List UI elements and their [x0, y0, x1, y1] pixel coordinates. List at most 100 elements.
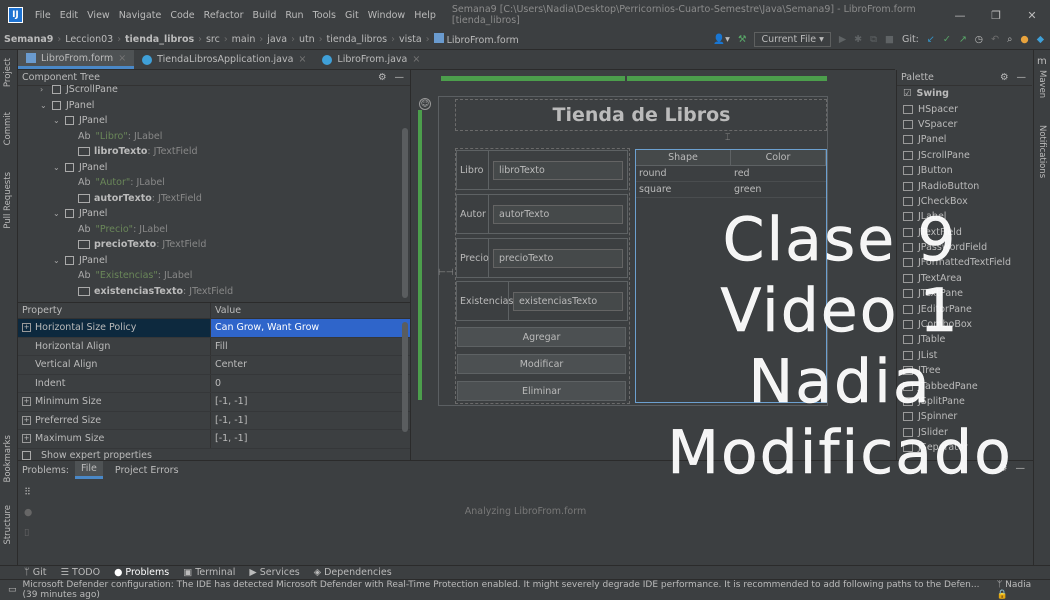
tree-row[interactable]: Ab "Autor": JLabel	[18, 175, 410, 191]
tree-row[interactable]: ⌄ JPanel	[18, 206, 410, 222]
build-hammer-icon[interactable]: ⚒	[738, 34, 747, 45]
tree-row[interactable]: Ab "Libro": JLabel	[18, 129, 410, 145]
tab-project-errors[interactable]: Project Errors	[109, 461, 185, 479]
tool-dependencies[interactable]: ◈ Dependencies	[314, 567, 392, 578]
group-icon[interactable]: ⠿	[24, 487, 31, 498]
plugin-icon[interactable]: ◆	[1037, 34, 1044, 45]
form-title-label[interactable]: Tienda de Libros	[455, 100, 828, 130]
property-row[interactable]: + Maximum Size [-1, -1]	[18, 430, 410, 449]
tree-row[interactable]: ⌄ JPanel	[18, 98, 410, 114]
notifications-tool-button[interactable]: Notifications	[1037, 125, 1047, 178]
property-value[interactable]: Can Grow, Want Grow	[210, 319, 410, 337]
tool-terminal[interactable]: ▣ Terminal	[183, 567, 235, 578]
maximize-button[interactable]: ❐	[978, 9, 1014, 22]
tree-row[interactable]: Ab "Precio": JLabel	[18, 222, 410, 238]
tree-row[interactable]: ⌄ JPanel	[18, 160, 410, 176]
git-update-icon[interactable]: ↙	[927, 34, 935, 45]
field-panel[interactable]: Existencias existenciasTexto	[456, 281, 628, 321]
property-row[interactable]: + Horizontal Size Policy Can Grow, Want Gr…	[18, 319, 410, 338]
form-preview-icon[interactable]: ☺	[419, 98, 431, 110]
menu-code[interactable]: Code	[170, 10, 194, 21]
field-label[interactable]: Libro	[457, 151, 489, 189]
crumb-src[interactable]: src	[202, 34, 224, 45]
maven-icon[interactable]: m	[1037, 56, 1047, 67]
status-message[interactable]: Microsoft Defender configuration: The ID…	[23, 580, 991, 600]
git-commit-icon[interactable]: ✓	[943, 34, 951, 45]
expand-icon[interactable]: +	[22, 415, 31, 425]
menu-edit[interactable]: Edit	[60, 10, 78, 21]
crumb-package[interactable]: tienda_libros	[323, 34, 392, 45]
property-row[interactable]: + Preferred Size [-1, -1]	[18, 411, 410, 430]
expand-arrow-icon[interactable]: ⌄	[40, 101, 52, 110]
hide-icon[interactable]: —	[1017, 72, 1027, 83]
crumb-submodule[interactable]: tienda_libros	[121, 34, 198, 45]
rollback-icon[interactable]: ↶	[991, 34, 999, 45]
palette-item[interactable]: JPanel	[897, 132, 1032, 147]
column-header-bar[interactable]	[441, 76, 625, 81]
text-field[interactable]: existenciasTexto	[513, 291, 623, 311]
close-button[interactable]: ✕	[1014, 9, 1050, 22]
expand-arrow-icon[interactable]: ⌄	[53, 163, 65, 172]
expand-arrow-icon[interactable]: ›	[40, 85, 52, 94]
run-icon[interactable]: ▶	[839, 34, 846, 45]
crumb-project[interactable]: Semana9	[0, 34, 57, 45]
property-value[interactable]: [-1, -1]	[210, 411, 410, 429]
property-value[interactable]: Center	[210, 356, 410, 374]
expand-arrow-icon[interactable]: ⌄	[53, 116, 65, 125]
menu-help[interactable]: Help	[414, 10, 436, 21]
palette-group-swing[interactable]: ☑ Swing	[897, 86, 1032, 101]
property-value[interactable]: [-1, -1]	[210, 430, 410, 448]
field-label[interactable]: Existencias	[457, 282, 513, 320]
table-header-color[interactable]: Color	[731, 150, 826, 165]
status-icon[interactable]: ▭	[8, 585, 17, 595]
close-tab-icon[interactable]: ×	[118, 53, 126, 64]
field-label[interactable]: Autor	[457, 195, 489, 233]
search-icon[interactable]: ⌕	[1007, 34, 1012, 45]
property-row[interactable]: + Minimum Size [-1, -1]	[18, 393, 410, 412]
palette-item[interactable]: HSpacer	[897, 101, 1032, 116]
text-field[interactable]: precioTexto	[493, 248, 623, 268]
modificar-button[interactable]: Modificar	[457, 354, 626, 374]
expert-properties-checkbox[interactable]	[22, 451, 31, 460]
maven-tool-button[interactable]: Maven	[1037, 70, 1047, 98]
row-header-bar[interactable]	[418, 110, 422, 400]
tab-tienda-app[interactable]: TiendaLibrosApplication.java ×	[134, 50, 314, 69]
gear-icon[interactable]: ⚙	[1000, 72, 1009, 83]
tree-row[interactable]: libroTexto: JTextField	[18, 144, 410, 160]
git-branch-status[interactable]: ᛘ Nadia 🔒	[997, 580, 1050, 600]
tool-problems[interactable]: ● Problems	[114, 567, 169, 578]
menu-refactor[interactable]: Refactor	[204, 10, 244, 21]
minimize-button[interactable]: —	[942, 9, 978, 22]
tab-libro-form[interactable]: LibroFrom.form ×	[18, 50, 135, 69]
project-tool-button[interactable]: Project	[3, 58, 13, 87]
props-scrollbar[interactable]	[402, 322, 408, 432]
palette-item[interactable]: VSpacer	[897, 117, 1032, 132]
tree-row[interactable]: precioTexto: JTextField	[18, 237, 410, 253]
crumb-java[interactable]: java	[263, 34, 291, 45]
tree-scrollbar[interactable]	[402, 128, 408, 298]
menu-run[interactable]: Run	[285, 10, 303, 21]
expand-icon[interactable]: +	[22, 323, 31, 333]
menu-git[interactable]: Git	[345, 10, 359, 21]
property-row[interactable]: Indent 0	[18, 374, 410, 393]
tree-row[interactable]: ⌄ JPanel	[18, 113, 410, 129]
run-config-select[interactable]: Current File ▾	[754, 32, 831, 47]
tab-file[interactable]: File	[75, 461, 103, 479]
table-row[interactable]: square green	[636, 182, 826, 198]
eliminar-button[interactable]: Eliminar	[457, 381, 626, 401]
expand-arrow-icon[interactable]: ⌄	[53, 256, 65, 265]
tree-row[interactable]: Ab "Existencias": JLabel	[18, 268, 410, 284]
git-history-icon[interactable]: ◷	[975, 34, 983, 45]
field-label[interactable]: Precio	[457, 239, 489, 277]
stop-icon[interactable]: ■	[885, 34, 894, 45]
crumb-module[interactable]: Leccion03	[61, 34, 117, 45]
property-value[interactable]: [-1, -1]	[210, 393, 410, 411]
close-tab-icon[interactable]: ×	[412, 54, 420, 65]
property-value[interactable]: Fill	[210, 337, 410, 355]
preview-icon[interactable]: ▯	[24, 527, 29, 538]
property-row[interactable]: Vertical Align Center	[18, 356, 410, 375]
updates-icon[interactable]: ●	[1020, 34, 1028, 45]
crumb-file[interactable]: LibroFrom.form	[430, 33, 523, 46]
expand-arrow-icon[interactable]: ⌄	[53, 209, 65, 218]
menu-navigate[interactable]: Navigate	[119, 10, 162, 21]
